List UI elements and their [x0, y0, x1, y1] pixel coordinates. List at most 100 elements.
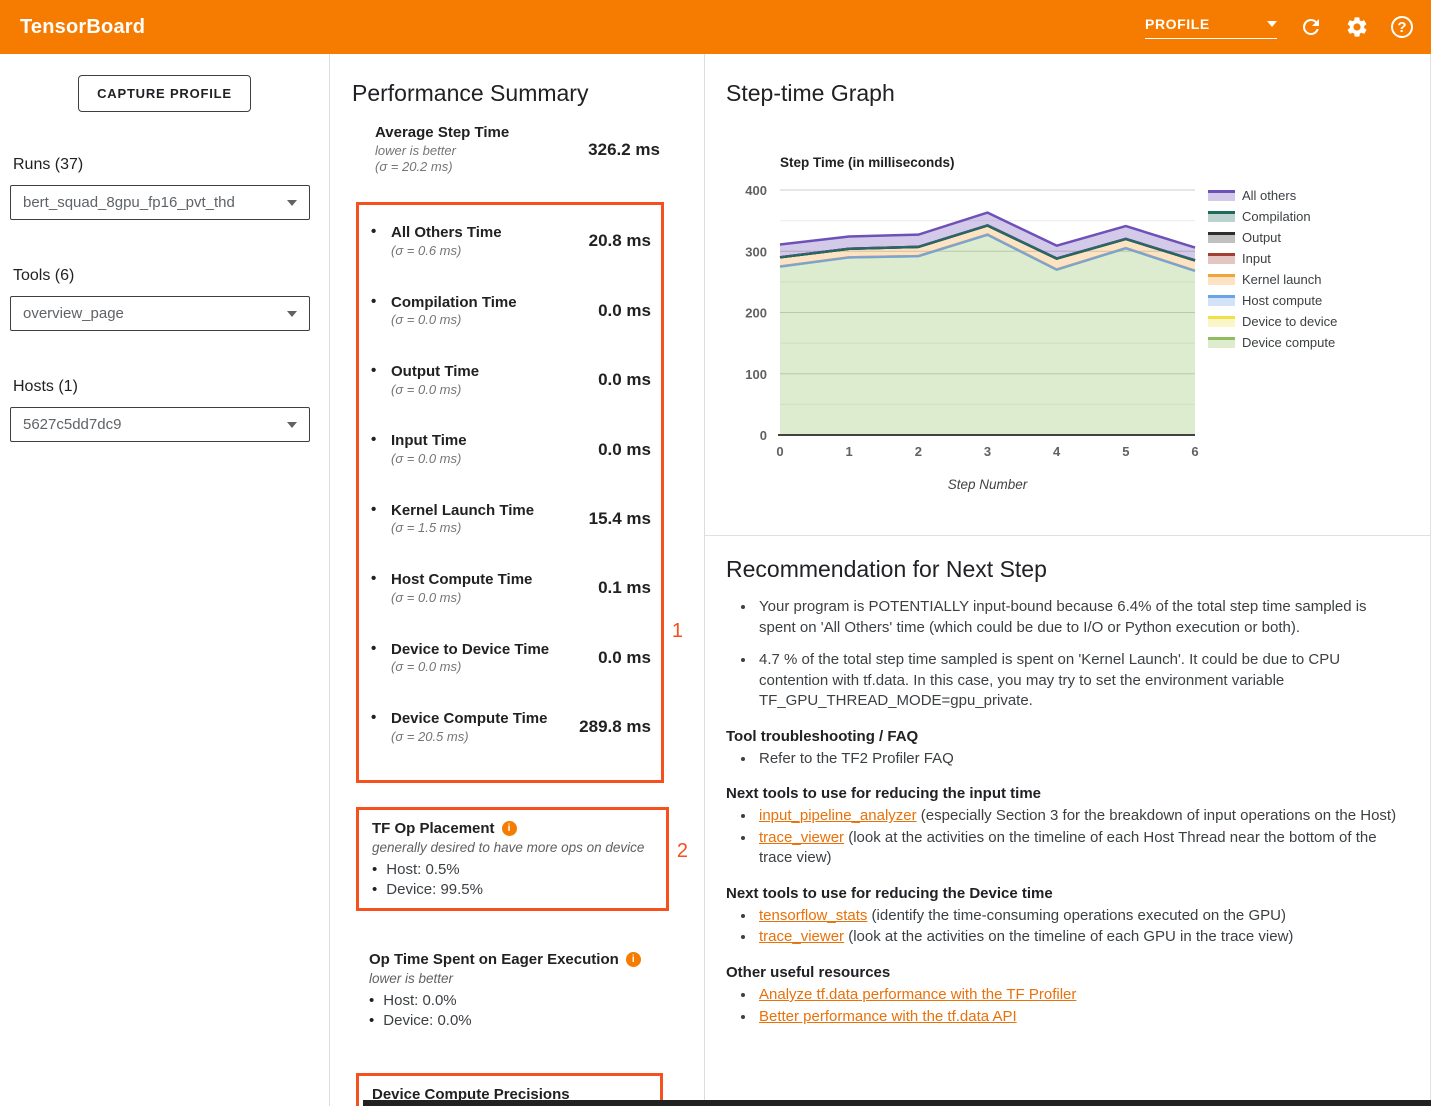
svg-text:3: 3	[984, 444, 991, 459]
bullet-icon	[371, 223, 391, 240]
link-analyze-tfdata-performance[interactable]: Analyze tf.data performance with the TF …	[759, 986, 1076, 1003]
section-heading: Next tools to use for reducing the Devic…	[726, 883, 1404, 904]
chevron-down-icon	[287, 311, 297, 317]
link-input-pipeline-analyzer[interactable]: input_pipeline_analyzer	[759, 807, 917, 824]
bullet-icon	[371, 640, 391, 657]
right-panel: Step-time Graph 01002003004000123456Step…	[705, 54, 1431, 1106]
sidebar: CAPTURE PROFILE Runs (37) bert_squad_8gp…	[0, 54, 330, 1106]
metric-row: Output Time (σ = 0.0 ms) 0.0 ms	[371, 362, 651, 398]
metric-row: Input Time (σ = 0.0 ms) 0.0 ms	[371, 431, 651, 467]
help-icon[interactable]	[1391, 16, 1413, 38]
capture-profile-button[interactable]: CAPTURE PROFILE	[78, 75, 251, 112]
metric-row: Compilation Time (σ = 0.0 ms) 0.0 ms	[371, 293, 651, 329]
next-section-divider	[363, 1100, 1431, 1106]
metric-value: 326.2 ms	[588, 140, 660, 160]
bullet-icon	[371, 709, 391, 726]
metric-row: Device Compute Time (σ = 20.5 ms) 289.8 …	[371, 709, 651, 745]
bullet-icon	[371, 362, 391, 379]
list-item: Device: 0.0%	[356, 1011, 694, 1031]
tools-select-value: overview_page	[23, 305, 124, 322]
svg-text:2: 2	[915, 444, 922, 459]
eager-note: lower is better	[356, 970, 694, 989]
svg-text:200: 200	[745, 306, 767, 321]
svg-text:6: 6	[1191, 444, 1198, 459]
chevron-down-icon	[287, 200, 297, 206]
eager-title: Op Time Spent on Eager Execution	[369, 949, 619, 970]
list-item: Host: 0.5%	[359, 860, 656, 880]
tools-label: Tools (6)	[13, 267, 329, 285]
list-item: Refer to the TF2 Profiler FAQ	[756, 749, 1404, 770]
svg-text:0: 0	[760, 428, 767, 443]
svg-text:400: 400	[745, 183, 767, 198]
step-time-chart: 01002003004000123456Step Time (in millis…	[705, 154, 1429, 499]
metric-label: Average Step Time	[375, 123, 588, 143]
performance-summary-panel: Performance Summary Average Step Time lo…	[330, 54, 705, 1106]
list-item: tensorflow_stats (identify the time-cons…	[756, 906, 1404, 927]
metric-row: All Others Time (σ = 0.6 ms) 20.8 ms	[371, 223, 651, 259]
step-time-graph-section: Step-time Graph 01002003004000123456Step…	[705, 54, 1430, 535]
bullet-icon	[371, 293, 391, 310]
performance-summary-title: Performance Summary	[352, 80, 704, 107]
svg-text:Compilation: Compilation	[1242, 209, 1311, 224]
dashboard-selector-value: PROFILE	[1145, 16, 1210, 32]
eager-execution-section: Op Time Spent on Eager Execution lower i…	[356, 941, 704, 1039]
bullet-icon	[371, 431, 391, 448]
svg-text:300: 300	[745, 244, 767, 259]
annotation-box-1: All Others Time (σ = 0.6 ms) 20.8 ms Com…	[356, 202, 664, 783]
list-item: Host: 0.0%	[356, 991, 694, 1011]
bullet-icon	[371, 501, 391, 518]
annotation-number-2: 2	[677, 840, 688, 863]
svg-text:All others: All others	[1242, 188, 1297, 203]
svg-text:4: 4	[1053, 444, 1061, 459]
svg-text:Output: Output	[1242, 230, 1281, 245]
chevron-down-icon	[287, 422, 297, 428]
metric-sigma: (σ = 20.2 ms)	[375, 159, 588, 176]
chevron-down-icon	[1267, 21, 1277, 27]
tf-op-placement-title: TF Op Placement	[372, 818, 495, 839]
recommendation-section: Recommendation for Next Step Your progra…	[705, 535, 1430, 1027]
metric-note: lower is better	[375, 143, 588, 160]
info-icon[interactable]	[626, 952, 641, 967]
svg-text:Kernel launch: Kernel launch	[1242, 272, 1322, 287]
runs-select[interactable]: bert_squad_8gpu_fp16_pvt_thd	[10, 185, 310, 220]
link-better-performance-tfdata[interactable]: Better performance with the tf.data API	[759, 1008, 1017, 1025]
svg-text:Input: Input	[1242, 251, 1271, 266]
step-time-graph-title: Step-time Graph	[726, 80, 1430, 107]
hosts-select[interactable]: 5627c5dd7dc9	[10, 407, 310, 442]
svg-text:Device compute: Device compute	[1242, 335, 1335, 350]
section-heading: Tool troubleshooting / FAQ	[726, 726, 1404, 747]
gear-icon[interactable]	[1345, 15, 1369, 39]
metric-row: Kernel Launch Time (σ = 1.5 ms) 15.4 ms	[371, 501, 651, 537]
app-header: TensorBoard PROFILE	[0, 0, 1431, 54]
link-trace-viewer[interactable]: trace_viewer	[759, 928, 844, 945]
metric-row: Device to Device Time (σ = 0.0 ms) 0.0 m…	[371, 640, 651, 676]
recommendation-bullet: 4.7 % of the total step time sampled is …	[756, 650, 1404, 712]
list-item: trace_viewer (look at the activities on …	[756, 828, 1404, 869]
svg-text:Device to device: Device to device	[1242, 314, 1337, 329]
link-tensorflow-stats[interactable]: tensorflow_stats	[759, 907, 867, 924]
section-heading: Other useful resources	[726, 962, 1404, 983]
bullet-icon	[371, 570, 391, 587]
list-item: Better performance with the tf.data API	[756, 1007, 1404, 1028]
section-heading: Next tools to use for reducing the input…	[726, 783, 1404, 804]
hosts-select-value: 5627c5dd7dc9	[23, 416, 121, 433]
svg-text:1: 1	[846, 444, 853, 459]
annotation-box-2: TF Op Placement generally desired to hav…	[356, 807, 669, 911]
link-trace-viewer[interactable]: trace_viewer	[759, 829, 844, 846]
recommendation-title: Recommendation for Next Step	[726, 556, 1404, 583]
list-item: trace_viewer (look at the activities on …	[756, 927, 1404, 948]
list-item: Device: 99.5%	[359, 880, 656, 900]
refresh-icon[interactable]	[1299, 15, 1323, 39]
svg-text:5: 5	[1122, 444, 1129, 459]
svg-text:Step Time (in milliseconds): Step Time (in milliseconds)	[780, 155, 955, 170]
tf-op-placement-note: generally desired to have more ops on de…	[359, 839, 656, 858]
svg-text:100: 100	[745, 367, 767, 382]
list-item: Analyze tf.data performance with the TF …	[756, 985, 1404, 1006]
dashboard-selector[interactable]: PROFILE	[1145, 16, 1277, 39]
hosts-label: Hosts (1)	[13, 378, 329, 396]
list-item: input_pipeline_analyzer (especially Sect…	[756, 806, 1404, 827]
info-icon[interactable]	[502, 821, 517, 836]
average-step-time-row: Average Step Time lower is better (σ = 2…	[352, 123, 660, 176]
tools-select[interactable]: overview_page	[10, 296, 310, 331]
app-title: TensorBoard	[20, 16, 145, 39]
